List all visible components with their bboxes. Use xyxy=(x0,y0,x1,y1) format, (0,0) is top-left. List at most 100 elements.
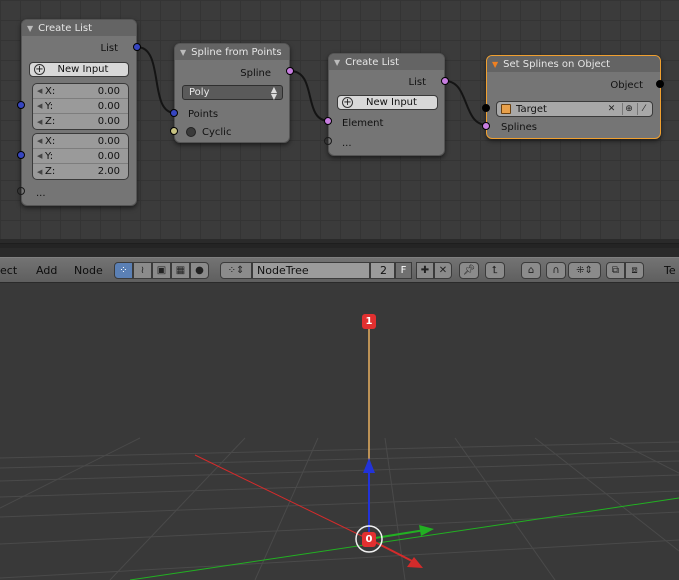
clear-x-icon[interactable]: ✕ xyxy=(605,103,618,115)
menu-select[interactable]: ect xyxy=(0,264,17,277)
node-header[interactable]: ▼ Create List xyxy=(22,20,136,36)
vector-a-x-field[interactable]: ◀ X: 0.00 xyxy=(33,84,128,99)
new-input-label: New Input xyxy=(366,97,417,108)
z-gizmo-arrow-icon xyxy=(363,458,375,473)
output-socket-list[interactable] xyxy=(133,43,141,51)
copy-nodes-icon[interactable]: ⧉ xyxy=(606,262,625,279)
decrement-arrow-icon[interactable]: ◀ xyxy=(37,102,45,110)
input-element-label: Element xyxy=(342,118,384,129)
compositing-tree-icon[interactable]: ▦ xyxy=(171,262,190,279)
output-list-label: List xyxy=(408,77,426,88)
output-socket-spline[interactable] xyxy=(286,67,294,75)
output-socket-list[interactable] xyxy=(441,77,449,85)
spline-type-value: Poly xyxy=(189,87,210,98)
plus-icon: + xyxy=(34,64,45,75)
snap-magnet-icon[interactable]: ∩ xyxy=(546,262,566,279)
node-title: Create List xyxy=(345,56,400,68)
input-socket-points[interactable] xyxy=(170,109,178,117)
extra-input-label: ... xyxy=(342,138,352,149)
input-socket-extra[interactable] xyxy=(17,187,25,195)
input-socket-cyclic[interactable] xyxy=(170,127,178,135)
link-list-to-splines xyxy=(444,80,488,126)
node-header[interactable]: ▼ Create List xyxy=(329,54,444,70)
output-socket-object[interactable] xyxy=(656,80,664,88)
material-sphere-icon[interactable]: ● xyxy=(190,262,209,279)
ground-grid xyxy=(0,437,679,580)
vector-b-z-field[interactable]: ◀ Z: 2.00 xyxy=(33,164,128,179)
node-create-list-splines[interactable]: ▼ Create List List + New Input Element .… xyxy=(328,53,445,156)
decrement-arrow-icon[interactable]: ◀ xyxy=(37,118,45,126)
unlink-x-icon[interactable]: ✕ xyxy=(434,262,452,279)
extra-input-label: ... xyxy=(36,188,46,199)
menu-node[interactable]: Node xyxy=(74,264,103,277)
plus-icon: + xyxy=(342,97,353,108)
node-editor[interactable]: ▼ Create List List + New Input ◀ X: 0.00 ◀… xyxy=(0,0,679,239)
shader-tree-icon[interactable]: ≀ xyxy=(133,262,152,279)
decrement-arrow-icon[interactable]: ◀ xyxy=(37,152,45,160)
snapshot-icon[interactable]: ⌂ xyxy=(521,262,541,279)
input-socket-extra[interactable] xyxy=(324,137,332,145)
vector-b-y-field[interactable]: ◀ Y: 0.00 xyxy=(33,149,128,164)
paste-nodes-icon[interactable]: ⧈ xyxy=(625,262,644,279)
user-count-field[interactable]: 2 xyxy=(370,262,395,279)
collapse-arrow-icon[interactable]: ▼ xyxy=(27,24,33,33)
vector-b-x-field[interactable]: ◀ X: 0.00 xyxy=(33,134,128,149)
add-new-icon[interactable]: ✚ xyxy=(416,262,434,279)
collapse-arrow-icon[interactable]: ▼ xyxy=(180,48,186,57)
node-tree-type-icon[interactable]: ⁘ xyxy=(114,262,133,279)
vector-a-z-field[interactable]: ◀ Z: 0.00 xyxy=(33,114,128,129)
point-marker-1: 1 xyxy=(362,314,376,329)
snap-element-icon[interactable]: ⁜⇕ xyxy=(568,262,601,279)
object-cube-icon xyxy=(501,104,511,114)
vector-input-b[interactable]: ◀ X: 0.00 ◀ Y: 0.00 ◀ Z: 2.00 xyxy=(32,133,129,180)
cyclic-checkbox[interactable] xyxy=(186,127,196,137)
texture-tree-icon[interactable]: ▣ xyxy=(152,262,171,279)
collapse-arrow-icon[interactable]: ▼ xyxy=(492,60,498,69)
x-axis-line xyxy=(194,454,369,540)
area-divider[interactable] xyxy=(0,239,679,257)
node-header[interactable]: ▼ Spline from Points xyxy=(175,44,289,60)
point-marker-0: 0 xyxy=(362,532,376,547)
new-input-button[interactable]: + New Input xyxy=(29,62,129,77)
node-editor-header: ect Add Node ⁘ ≀ ▣ ▦ ● ⁘⇕ NodeTree 2 F ✚… xyxy=(0,257,679,283)
decrement-arrow-icon[interactable]: ◀ xyxy=(37,137,45,145)
node-title: Create List xyxy=(38,22,93,34)
fake-user-button[interactable]: F xyxy=(395,262,412,279)
input-splines-label: Splines xyxy=(501,122,537,133)
input-cyclic-label: Cyclic xyxy=(202,127,232,138)
input-socket-vector-a[interactable] xyxy=(17,101,25,109)
output-spline-label: Spline xyxy=(240,68,271,79)
nodetree-name-field[interactable]: NodeTree xyxy=(252,262,370,279)
input-socket-vector-b[interactable] xyxy=(17,151,25,159)
node-header[interactable]: ▼ Set Splines on Object xyxy=(487,56,660,72)
node-set-splines-on-object[interactable]: ▼ Set Splines on Object Object Target ✕ … xyxy=(486,55,661,139)
link-list-to-points xyxy=(136,46,176,114)
input-points-label: Points xyxy=(188,109,219,120)
link-spline-to-element xyxy=(289,70,330,122)
menu-add[interactable]: Add xyxy=(36,264,57,277)
node-spline-from-points[interactable]: ▼ Spline from Points Spline Poly ▲ ▼ Poin… xyxy=(174,43,290,143)
eyedropper-icon[interactable]: ⁄ xyxy=(637,103,650,115)
pin-icon[interactable]: 📌︎ xyxy=(459,262,479,279)
go-to-parent-icon[interactable]: ⮤ xyxy=(485,262,505,279)
input-socket-splines[interactable] xyxy=(482,122,490,130)
output-object-label: Object xyxy=(610,80,643,91)
new-input-button[interactable]: + New Input xyxy=(337,95,438,110)
3d-viewport[interactable]: 0 1 xyxy=(0,283,679,580)
tree-browse-icon[interactable]: ⁘⇕ xyxy=(220,262,252,279)
vector-input-a[interactable]: ◀ X: 0.00 ◀ Y: 0.00 ◀ Z: 0.00 xyxy=(32,83,129,130)
collapse-arrow-icon[interactable]: ▼ xyxy=(334,58,340,67)
input-socket-element[interactable] xyxy=(324,117,332,125)
add-object-icon[interactable]: ⊕ xyxy=(622,103,635,115)
decrement-arrow-icon[interactable]: ◀ xyxy=(37,87,45,95)
decrement-arrow-icon[interactable]: ◀ xyxy=(37,168,45,176)
vector-a-y-field[interactable]: ◀ Y: 0.00 xyxy=(33,99,128,114)
input-socket-target[interactable] xyxy=(482,104,490,112)
spline-type-dropdown[interactable]: Poly ▲ ▼ xyxy=(182,85,283,101)
node-create-list-vectors[interactable]: ▼ Create List List + New Input ◀ X: 0.00 ◀… xyxy=(21,19,137,206)
node-title: Set Splines on Object xyxy=(503,58,611,70)
menu-overflow[interactable]: Te xyxy=(664,264,676,277)
target-object-field[interactable]: Target ✕ ⊕ ⁄ xyxy=(496,101,653,117)
viewport-canvas xyxy=(0,322,679,580)
node-title: Spline from Points xyxy=(191,46,282,58)
